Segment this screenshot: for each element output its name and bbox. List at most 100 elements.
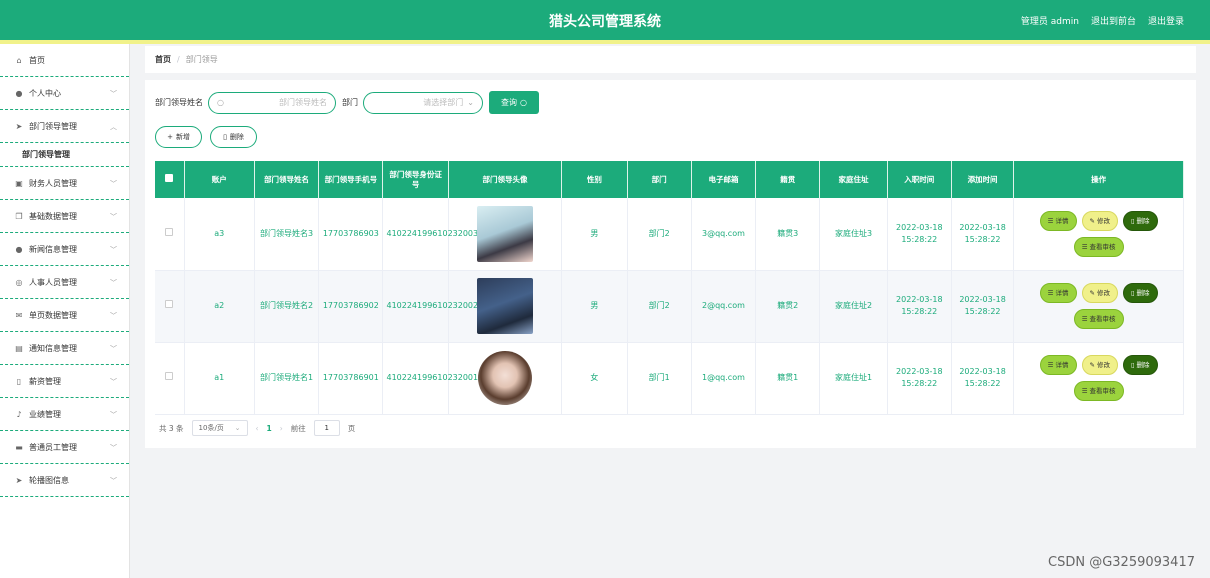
name-placeholder: 部门领导姓名 — [279, 98, 327, 107]
data-table: 账户 部门领导姓名 部门领导手机号 部门领导身份证号 部门领导头像 性别 部门 电子邮箱 籍贯家… — [155, 161, 1184, 415]
sidebar-item[interactable]: ➤ 轮播图信息 ﹀ — [0, 464, 129, 497]
chevron-down-icon: ﹀ — [110, 477, 117, 485]
row-select-cell[interactable] — [155, 342, 185, 415]
sidebar-item[interactable]: ✉ 单页数据管理 ﹀ — [0, 299, 129, 332]
edit-button[interactable]: ✎ 修改 — [1081, 283, 1118, 303]
mail-icon: ✉ — [15, 310, 23, 320]
sidebar-item[interactable]: ▬ 普通员工管理 ﹀ — [0, 431, 129, 464]
sidebar-item[interactable]: ⌂ 首页 — [0, 44, 129, 77]
audit-button[interactable]: ☰ 查看审核 — [1073, 381, 1124, 401]
delete-row-button[interactable]: ▯ 删除 — [1122, 283, 1158, 303]
trash-icon: ▯ — [1130, 289, 1135, 297]
cell-id-card: 410224199610232003 — [382, 198, 478, 271]
table-row[interactable]: a1 部门领导姓名1 17703786901 410224199610232001 女部… — [155, 342, 1184, 415]
edit-button[interactable]: ✎ 修改 — [1081, 355, 1118, 375]
sidebar-item[interactable]: ◎ 人事人员管理 ﹀ — [0, 266, 129, 299]
sidebar-item[interactable]: ● 个人中心 ﹀ — [0, 77, 129, 110]
chevron-down-icon: ﹀ — [110, 312, 117, 320]
row-checkbox[interactable] — [165, 227, 174, 236]
row-checkbox[interactable] — [165, 372, 174, 380]
chevron-down-icon: ﹀ — [110, 180, 117, 188]
goto-value: 1 — [324, 424, 329, 432]
row-actions: ☰ 详情 ✎ 修改 ▯ 删除 ☰ 查看审核 — [1013, 198, 1184, 271]
column-header: 入职时间 — [887, 161, 952, 198]
cell-origin: 籍贯2 — [755, 270, 821, 343]
delete-button[interactable]: ▯ 删除 — [210, 126, 257, 148]
sidebar-item-label: 人事人员管理 — [29, 277, 77, 287]
edit-button[interactable]: ✎ 修改 — [1081, 210, 1118, 231]
column-header: 账户 — [184, 161, 255, 198]
audit-label: 查看审核 — [1089, 242, 1116, 251]
dept-select[interactable]: 请选择部门 ⌄ — [363, 91, 483, 114]
detail-button[interactable]: ☰ 详情 — [1039, 210, 1077, 231]
audit-label: 查看审核 — [1089, 315, 1116, 323]
briefcase-icon: ▣ — [15, 178, 23, 188]
column-header: 部门领导手机号 — [318, 161, 384, 198]
chevron-down-icon: ﹀ — [110, 279, 117, 287]
page-size-select[interactable]: 10条/页 ⌄ — [191, 420, 248, 436]
row-actions: ☰ 详情 ✎ 修改 ▯ 删除 ☰ 查看审核 — [1013, 270, 1184, 343]
cell-hire: 2022-03-18 15:28:22 — [887, 270, 952, 343]
breadcrumb-current: 部门领导 — [185, 55, 218, 64]
sidebar-item[interactable]: ● 新闻信息管理 ﹀ — [0, 233, 129, 266]
ticket-icon: ▬ — [15, 442, 23, 452]
to-front-link[interactable]: 退出到前台 — [1091, 14, 1136, 27]
sidebar-item[interactable]: ♪ 业绩管理 ﹀ — [0, 398, 129, 431]
cell-added: 2022-03-18 15:28:22 — [951, 342, 1015, 415]
cell-added: 2022-03-18 15:28:22 — [951, 270, 1015, 343]
sidebar-subitem[interactable]: 部门领导管理 — [0, 143, 129, 167]
sidebar-item[interactable]: ➤ 部门领导管理 ︿ — [0, 110, 129, 143]
send-icon: ➤ — [15, 121, 23, 131]
row-actions: ☰ 详情 ✎ 修改 ▯ 删除 ☰ 查看审核 — [1013, 342, 1184, 415]
goto-page-input[interactable]: 1 — [313, 420, 340, 436]
row-select-cell[interactable] — [155, 270, 185, 343]
column-header: 部门 — [627, 161, 692, 198]
trash-icon: ▯ — [223, 133, 227, 141]
admin-label: 管理员 admin — [1020, 17, 1079, 27]
detail-button[interactable]: ☰ 详情 — [1039, 355, 1077, 375]
trash-icon: ▯ — [1130, 361, 1135, 369]
cell-added: 2022-03-18 15:28:22 — [951, 198, 1015, 271]
delete-row-button[interactable]: ▯ 删除 — [1122, 355, 1158, 375]
next-page-icon[interactable]: › — [280, 424, 283, 433]
cell-phone: 17703786901 — [318, 342, 384, 415]
detail-button[interactable]: ☰ 详情 — [1039, 283, 1077, 303]
column-header: 部门领导头像 — [448, 161, 563, 198]
select-all-cell[interactable] — [155, 161, 185, 198]
row-checkbox[interactable] — [165, 300, 174, 308]
select-all-checkbox[interactable] — [165, 174, 174, 182]
breadcrumb-home[interactable]: 首页 — [155, 54, 171, 65]
table-row[interactable]: a2 部门领导姓名2 17703786902 410224199610232002 男部… — [155, 270, 1184, 343]
sidebar-item[interactable]: ❐ 基础数据管理 ﹀ — [0, 200, 129, 233]
sidebar-item-label: 部门领导管理 — [29, 121, 77, 131]
prev-page-icon[interactable]: ‹ — [256, 424, 259, 433]
add-button[interactable]: + 新增 — [155, 126, 202, 148]
sidebar-item-label: 普通员工管理 — [29, 442, 77, 452]
list-icon: ☰ — [1081, 315, 1088, 323]
sidebar-item[interactable]: ▣ 财务人员管理 ﹀ — [0, 167, 129, 200]
sidebar-item[interactable]: ▤ 通知信息管理 ﹀ — [0, 332, 129, 365]
audit-button[interactable]: ☰ 查看审核 — [1073, 236, 1124, 257]
column-header: 部门领导姓名 — [254, 161, 320, 198]
list-icon: ☰ — [1081, 242, 1088, 251]
breadcrumb-separator: / — [177, 55, 180, 64]
cell-phone: 17703786902 — [318, 270, 384, 343]
detail-label: 详情 — [1055, 361, 1069, 369]
row-select-cell[interactable] — [155, 198, 185, 271]
logout-link[interactable]: 退出登录 — [1148, 14, 1184, 27]
query-button[interactable]: 查询 ○ — [489, 91, 539, 114]
current-page[interactable]: 1 — [267, 424, 272, 433]
name-search-input[interactable]: ○ 部门领导姓名 — [208, 91, 336, 114]
cell-name: 部门领导姓名2 — [254, 270, 320, 343]
audit-button[interactable]: ☰ 查看审核 — [1073, 309, 1124, 329]
avatar-image — [477, 278, 533, 334]
sidebar-item[interactable]: ▯ 薪资管理 ﹀ — [0, 365, 129, 398]
sidebar-item-label: 财务人员管理 — [29, 178, 77, 188]
table-row[interactable]: a3 部门领导姓名3 17703786903 410224199610232003 男部… — [155, 198, 1184, 271]
chevron-down-icon: ﹀ — [110, 90, 117, 98]
delete-row-button[interactable]: ▯ 删除 — [1122, 210, 1158, 231]
column-header: 添加时间 — [951, 161, 1015, 198]
action-bar: + 新增 ▯ 删除 — [155, 126, 257, 148]
page-size-value: 10条/页 — [198, 424, 224, 432]
edit-label: 修改 — [1096, 289, 1110, 297]
